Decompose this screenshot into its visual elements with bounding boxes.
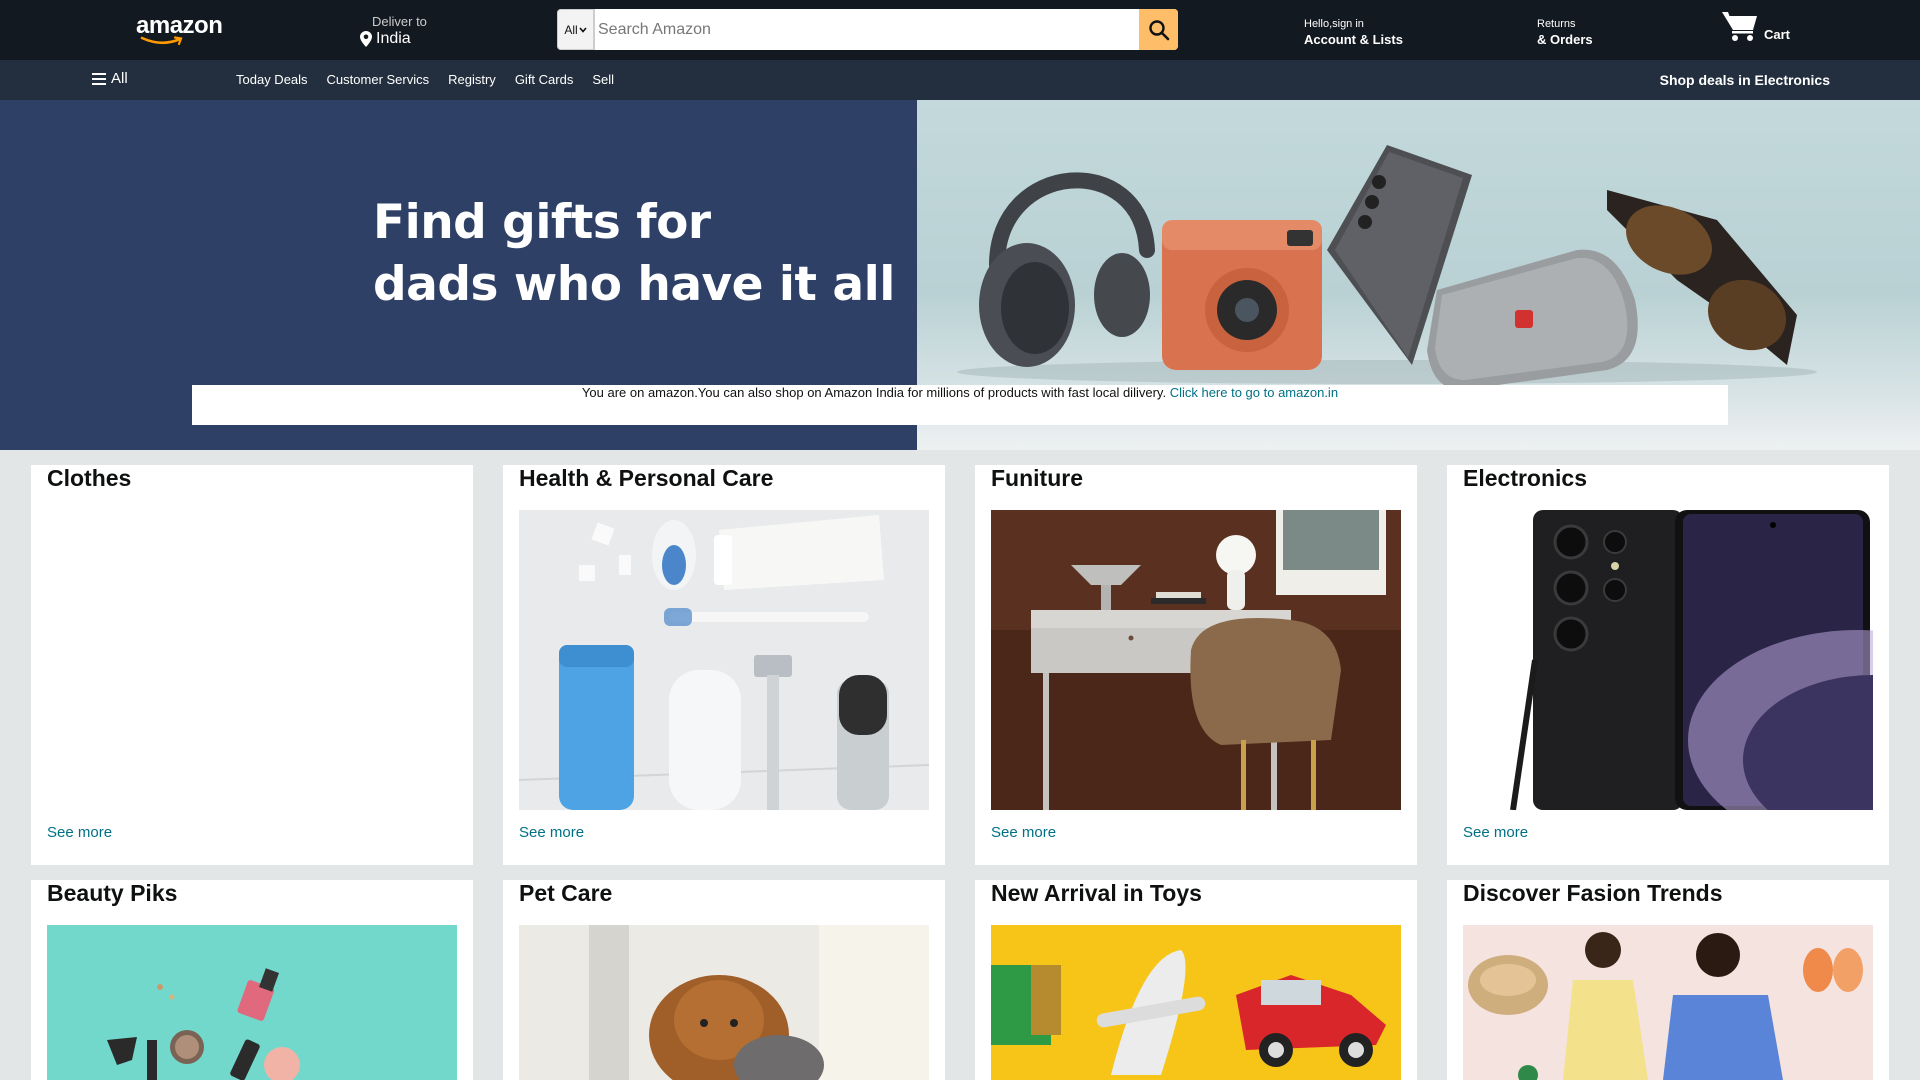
hero-title: Find gifts for dads who have it all [373,192,895,316]
category-card-toys[interactable]: New Arrival in Toys [975,880,1417,1080]
see-more-link[interactable]: See more [47,824,112,841]
card-title: Health & Personal Care [519,465,774,491]
amazon-logo[interactable]: amazon [136,14,226,48]
deliver-to-location: India [376,30,411,47]
subnav-link-sell[interactable]: Sell [592,72,614,87]
category-card-furniture[interactable]: Funiture See more [975,465,1417,865]
subnav-link-gift-cards[interactable]: Gift Cards [515,72,574,87]
all-menu-label: All [111,70,128,87]
logo-smile-icon [140,36,183,46]
cart-label: Cart [1764,26,1791,42]
returns-orders[interactable]: Returns & Orders [1537,18,1593,47]
card-image-beauty [47,925,457,1080]
top-navbar: amazon Deliver to India All H [0,0,1920,60]
category-card-fashion[interactable]: Discover Fasion Trends [1447,880,1889,1080]
orders-label: & Orders [1537,32,1593,47]
card-image-electronics [1463,510,1873,810]
category-card-clothes[interactable]: Clothes See more [31,465,473,865]
hamburger-menu-icon [92,72,106,85]
headphones-image [979,172,1155,367]
jbl-speaker-image [1427,249,1638,390]
subnav-link-customer-service[interactable]: Customer Servics [327,72,430,87]
card-title: Beauty Piks [47,880,178,906]
card-title: Electronics [1463,465,1587,491]
card-image-health [519,510,929,810]
card-title: Discover Fasion Trends [1463,880,1723,906]
card-image-fashion [1463,925,1873,1080]
location-notice: You are on amazon.You can also shop on A… [192,385,1728,425]
search-bar: All [557,9,1178,50]
location-pin-icon [360,31,372,47]
card-title: Funiture [991,465,1083,491]
logo-text: amazon [136,12,223,39]
shop-deals-link[interactable]: Shop deals in Electronics [1660,72,1830,88]
category-card-electronics[interactable]: Electronics See more [1447,465,1889,865]
cart-button[interactable]: Cart [1722,10,1790,42]
card-title: Clothes [47,465,132,491]
card-image-furniture [991,510,1401,810]
card-title: Pet Care [519,880,613,906]
see-more-link[interactable]: See more [1463,824,1528,841]
deliver-to[interactable]: Deliver to India [360,14,427,48]
card-image-toys [991,925,1401,1080]
subnav-link-registry[interactable]: Registry [448,72,496,87]
see-more-link[interactable]: See more [991,824,1056,841]
account-lists[interactable]: Hello,sign in Account & Lists [1304,18,1403,47]
chevron-down-icon [579,26,587,33]
hero-title-line1: Find gifts for [373,195,711,250]
account-greeting: Hello,sign in [1304,18,1364,30]
account-label: Account & Lists [1304,32,1403,47]
deliver-to-label: Deliver to [372,14,427,29]
all-menu-button[interactable]: All [92,70,128,87]
see-more-link[interactable]: See more [519,824,584,841]
category-card-health[interactable]: Health & Personal Care See more [503,465,945,865]
cart-icon [1722,12,1757,41]
search-icon [1148,19,1169,40]
sub-navbar: All Today Deals Customer Servics Registr… [0,60,1920,100]
subnav-link-today-deals[interactable]: Today Deals [236,72,308,87]
subnav-links: Today Deals Customer Servics Registry Gi… [236,72,614,87]
instant-camera-image [1162,220,1322,370]
returns-label: Returns [1537,18,1576,30]
card-title: New Arrival in Toys [991,880,1202,906]
card-image-pet-care [519,925,929,1080]
search-button[interactable] [1139,9,1178,50]
go-to-amazon-in-link[interactable]: Click here to go to amazon.in [1170,385,1338,400]
category-card-pet-care[interactable]: Pet Care [503,880,945,1080]
search-input[interactable] [594,9,1139,50]
hero-title-line2: dads who have it all [373,257,895,312]
notice-text: You are on amazon.You can also shop on A… [581,385,1167,400]
category-card-beauty[interactable]: Beauty Piks [31,880,473,1080]
search-category-value: All [564,22,578,37]
card-image-clothes [47,510,457,810]
search-category-select[interactable]: All [557,9,594,50]
